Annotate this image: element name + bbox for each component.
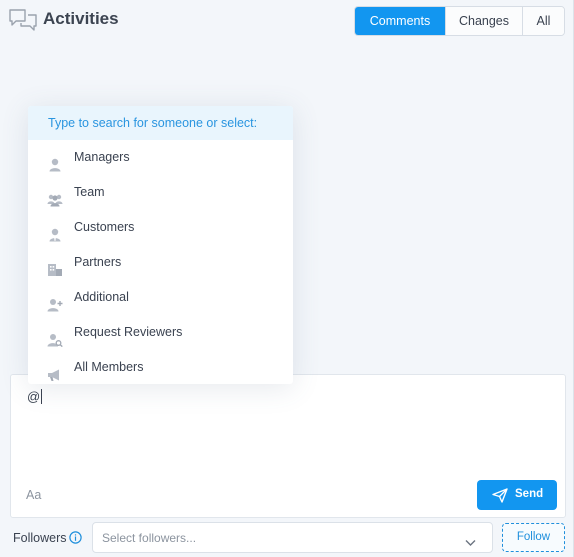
mention-item-label: Team — [74, 185, 105, 199]
followers-label: Followers — [13, 531, 67, 545]
tab-all[interactable]: All — [522, 7, 564, 35]
text-caret — [41, 389, 43, 404]
tab-comments[interactable]: Comments — [355, 7, 445, 35]
mention-item-label: Managers — [74, 150, 130, 164]
send-button[interactable]: Send — [477, 480, 557, 510]
chevron-down-icon — [465, 534, 476, 546]
mention-prompt: Type to search for someone or select: — [28, 106, 293, 140]
mention-item-customers[interactable]: Customers — [28, 210, 293, 245]
mention-item-team[interactable]: Team — [28, 175, 293, 210]
activity-tabs: Comments Changes All — [354, 6, 565, 36]
mention-item-additional[interactable]: Additional — [28, 280, 293, 315]
team-icon — [47, 186, 63, 207]
tab-changes[interactable]: Changes — [445, 7, 522, 35]
mention-item-label: Partners — [74, 255, 122, 269]
megaphone-icon — [47, 361, 63, 381]
user-icon — [47, 151, 63, 172]
followers-placeholder: Select followers... — [102, 531, 197, 545]
follow-button[interactable]: Follow — [502, 523, 565, 552]
mention-item-partners[interactable]: Partners — [28, 245, 293, 280]
text-format-toggle[interactable]: Aa — [26, 488, 41, 502]
user-add-icon — [47, 291, 63, 312]
customer-icon — [47, 221, 63, 242]
chat-bubbles-icon — [8, 8, 38, 32]
mention-item-label: All Members — [74, 360, 144, 374]
info-icon[interactable] — [69, 531, 82, 544]
comment-input-text: @ — [27, 389, 41, 404]
comment-composer[interactable]: @ Aa Send — [10, 374, 566, 518]
activities-header: Activities Comments Changes All — [0, 0, 574, 44]
followers-select[interactable]: Select followers... — [92, 522, 493, 553]
mention-item-all-members[interactable]: All Members — [28, 350, 293, 385]
mention-item-managers[interactable]: Managers — [28, 140, 293, 175]
paper-plane-icon — [492, 488, 508, 503]
comment-input[interactable]: @ — [27, 389, 43, 404]
mention-item-label: Customers — [74, 220, 135, 234]
mention-dropdown: Type to search for someone or select: Ma… — [28, 106, 293, 384]
mention-item-label: Request Reviewers — [74, 325, 183, 339]
page-title: Activities — [43, 9, 119, 28]
mention-item-request-reviewers[interactable]: Request Reviewers — [28, 315, 293, 350]
send-label: Send — [515, 488, 544, 500]
mention-item-label: Additional — [74, 290, 129, 304]
partners-icon — [47, 256, 63, 276]
user-search-icon — [47, 326, 63, 348]
